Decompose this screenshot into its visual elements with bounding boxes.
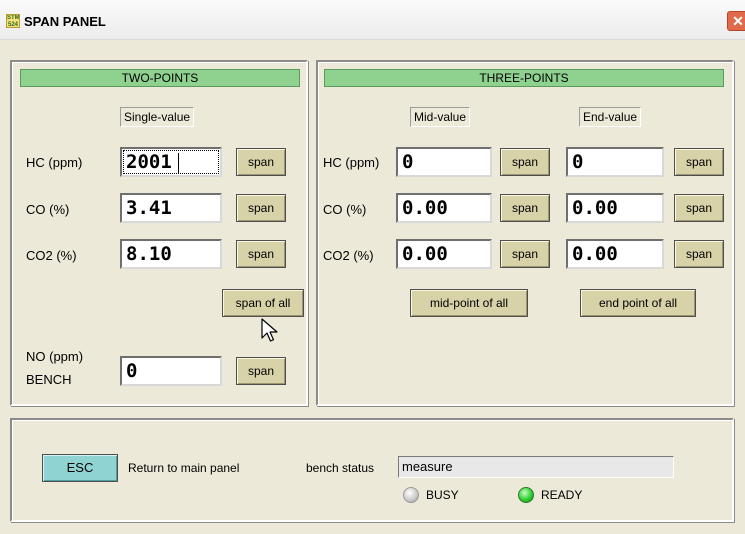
co2-span-button[interactable]: span — [236, 240, 286, 268]
ready-indicator-icon — [518, 487, 534, 503]
single-value-label: Single-value — [120, 107, 195, 127]
co2-mid-span-button[interactable]: span — [500, 240, 550, 268]
two-points-header: TWO-POINTS — [20, 69, 300, 87]
hc-mid-span-button[interactable]: span — [500, 148, 550, 176]
ready-label: READY — [541, 488, 583, 502]
no-single-value-field[interactable]: 0 — [120, 356, 222, 386]
esc-button[interactable]: ESC — [42, 454, 118, 482]
co2-end-span-button[interactable]: span — [674, 240, 724, 268]
hc-span-button[interactable]: span — [236, 148, 286, 176]
hc-end-span-button[interactable]: span — [674, 148, 724, 176]
hc-label-three: HC (ppm) — [323, 155, 380, 170]
bench-label: BENCH — [26, 372, 72, 387]
co2-label: CO2 (%) — [26, 248, 77, 263]
hc-end-value-field[interactable]: 0 — [566, 147, 664, 177]
co2-label-three: CO2 (%) — [323, 248, 374, 263]
hc-label: HC (ppm) — [26, 155, 83, 170]
span-of-all-button[interactable]: span of all — [222, 289, 304, 317]
no-span-button[interactable]: span — [236, 357, 286, 385]
bench-status-field: measure — [398, 456, 674, 478]
mid-value-label: Mid-value — [410, 107, 471, 127]
window-title: SPAN PANEL — [24, 14, 106, 29]
co2-end-value-field[interactable]: 0.00 — [566, 239, 664, 269]
close-icon: ✕ — [732, 13, 744, 29]
hc-mid-value-field[interactable]: 0 — [396, 147, 492, 177]
busy-indicator-icon — [403, 487, 419, 503]
co2-mid-value-field[interactable]: 0.00 — [396, 239, 492, 269]
title-bar: STM 524 SPAN PANEL ✕ — [0, 0, 745, 40]
co-mid-span-button[interactable]: span — [500, 194, 550, 222]
end-value-label: End-value — [579, 107, 642, 127]
co-end-value-field[interactable]: 0.00 — [566, 193, 664, 223]
return-to-main-panel-label: Return to main panel — [128, 461, 240, 475]
three-points-panel — [316, 60, 734, 406]
hc-single-value-field[interactable]: 2001 — [120, 147, 222, 177]
mid-point-of-all-button[interactable]: mid-point of all — [410, 289, 528, 317]
co-label-three: CO (%) — [323, 202, 367, 217]
three-points-header: THREE-POINTS — [324, 69, 724, 87]
co2-single-value-field[interactable]: 8.10 — [120, 239, 222, 269]
close-button[interactable]: ✕ — [727, 11, 745, 31]
mouse-cursor-icon — [261, 318, 278, 342]
bench-status-label: bench status — [306, 461, 375, 475]
co-span-button[interactable]: span — [236, 194, 286, 222]
co-mid-value-field[interactable]: 0.00 — [396, 193, 492, 223]
co-end-span-button[interactable]: span — [674, 194, 724, 222]
co-label: CO (%) — [26, 202, 70, 217]
co-single-value-field[interactable]: 3.41 — [120, 193, 222, 223]
span-panel-window: STM 524 SPAN PANEL ✕ TWO-POINTS Single-va… — [0, 0, 745, 534]
end-point-of-all-button[interactable]: end point of all — [580, 289, 696, 317]
app-icon: STM 524 — [6, 14, 20, 28]
busy-label: BUSY — [426, 488, 459, 502]
no-ppm-label: NO (ppm) — [26, 349, 84, 364]
